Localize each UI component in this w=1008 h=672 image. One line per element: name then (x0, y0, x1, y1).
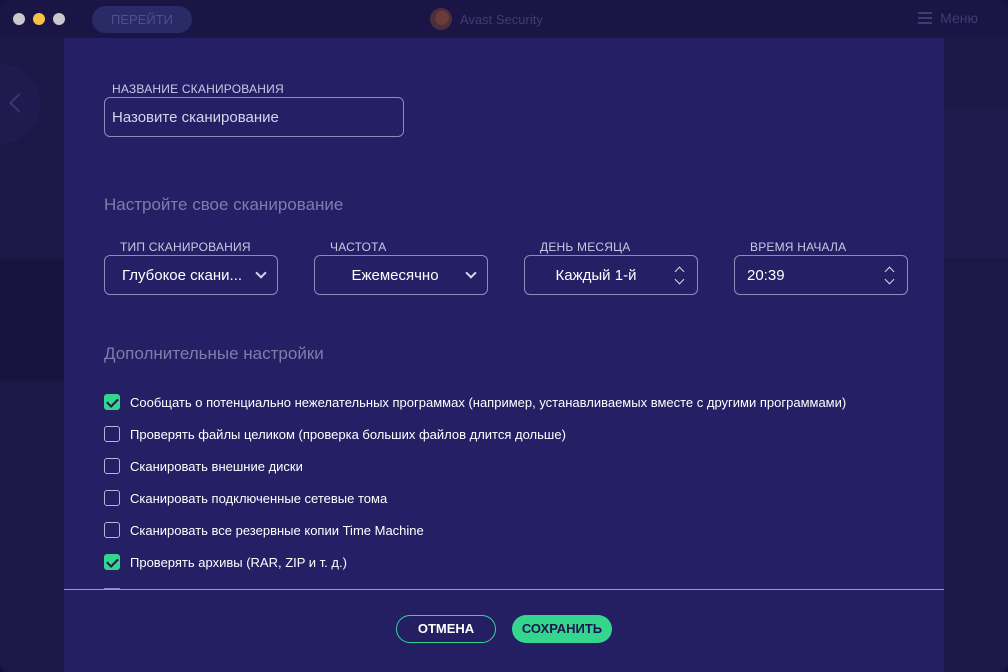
checkbox-unchecked[interactable] (104, 522, 120, 538)
checkbox-unchecked[interactable] (104, 458, 120, 474)
checkbox-unchecked[interactable] (104, 426, 120, 442)
day-of-month-stepper[interactable]: Каждый 1-й (524, 255, 698, 295)
start-time-label: ВРЕМЯ НАЧАЛА (750, 240, 847, 254)
frequency-select[interactable]: Ежемесячно (314, 255, 488, 295)
titlebar: ПЕРЕЙТИ Avast Security Меню (0, 0, 1008, 38)
save-button[interactable]: СОХРАНИТЬ (512, 615, 612, 643)
option-full-files[interactable]: Проверять файлы целиком (проверка больши… (104, 425, 566, 443)
scan-name-label: НАЗВАНИЕ СКАНИРОВАНИЯ (112, 82, 284, 96)
stepper-arrows-icon[interactable] (884, 265, 895, 287)
menu-label: Меню (940, 10, 978, 26)
option-label: Сканировать подключенные сетевые тома (130, 490, 388, 506)
option-archives[interactable]: Проверять архивы (RAR, ZIP и т. д.) (104, 553, 347, 571)
go-button[interactable]: ПЕРЕЙТИ (92, 6, 192, 33)
scan-type-value: Глубокое скани... (121, 266, 243, 284)
option-network-volumes[interactable]: Сканировать подключенные сетевые тома (104, 489, 387, 507)
menu-button[interactable]: Меню (918, 10, 978, 26)
app-brand: Avast Security (430, 8, 543, 30)
zoom-window-button[interactable] (53, 13, 65, 25)
option-time-machine[interactable]: Сканировать все резервные копии Time Mac… (104, 521, 424, 539)
chevron-down-icon (465, 267, 477, 279)
day-of-month-value: Каждый 1-й (555, 266, 637, 284)
close-window-button[interactable] (13, 13, 25, 25)
frequency-label: ЧАСТОТА (330, 240, 387, 254)
checkbox-checked[interactable] (104, 394, 120, 410)
option-label: Сканировать все резервные копии Time Mac… (130, 522, 424, 538)
advanced-section-title: Дополнительные настройки (104, 344, 324, 363)
sheet-footer: ОТМЕНА СОХРАНИТЬ (64, 589, 944, 672)
background-panel (0, 260, 64, 380)
scan-type-label: ТИП СКАНИРОВАНИЯ (120, 240, 251, 254)
checkbox-checked[interactable] (104, 554, 120, 570)
option-label: Проверять архивы (RAR, ZIP и т. д.) (130, 554, 347, 570)
cancel-button[interactable]: ОТМЕНА (396, 615, 496, 643)
scan-name-input[interactable] (104, 97, 404, 137)
configure-section-title: Настройте свое сканирование (104, 195, 344, 214)
option-label: Сканировать внешние диски (130, 458, 303, 474)
avast-logo-icon (430, 8, 452, 30)
start-time-value: 20:39 (747, 266, 785, 284)
day-of-month-label: ДЕНЬ МЕСЯЦА (540, 240, 631, 254)
checkbox-unchecked[interactable] (104, 490, 120, 506)
minimize-window-button[interactable] (33, 13, 45, 25)
background-panel (944, 108, 1008, 258)
chevron-down-icon (255, 267, 267, 279)
start-time-stepper[interactable]: 20:39 (734, 255, 908, 295)
option-label: Проверять файлы целиком (проверка больши… (130, 426, 566, 442)
hamburger-icon (918, 12, 933, 24)
option-label: Сообщать о потенциально нежелательных пр… (130, 394, 847, 410)
stepper-arrows-icon[interactable] (674, 265, 685, 287)
frequency-value: Ежемесячно (351, 266, 439, 284)
scan-type-select[interactable]: Глубокое скани... (104, 255, 278, 295)
custom-scan-sheet: НАЗВАНИЕ СКАНИРОВАНИЯ Настройте свое ска… (64, 38, 944, 672)
option-external-drives[interactable]: Сканировать внешние диски (104, 457, 303, 475)
option-pup[interactable]: Сообщать о потенциально нежелательных пр… (104, 393, 846, 411)
app-title: Avast Security (460, 11, 543, 27)
